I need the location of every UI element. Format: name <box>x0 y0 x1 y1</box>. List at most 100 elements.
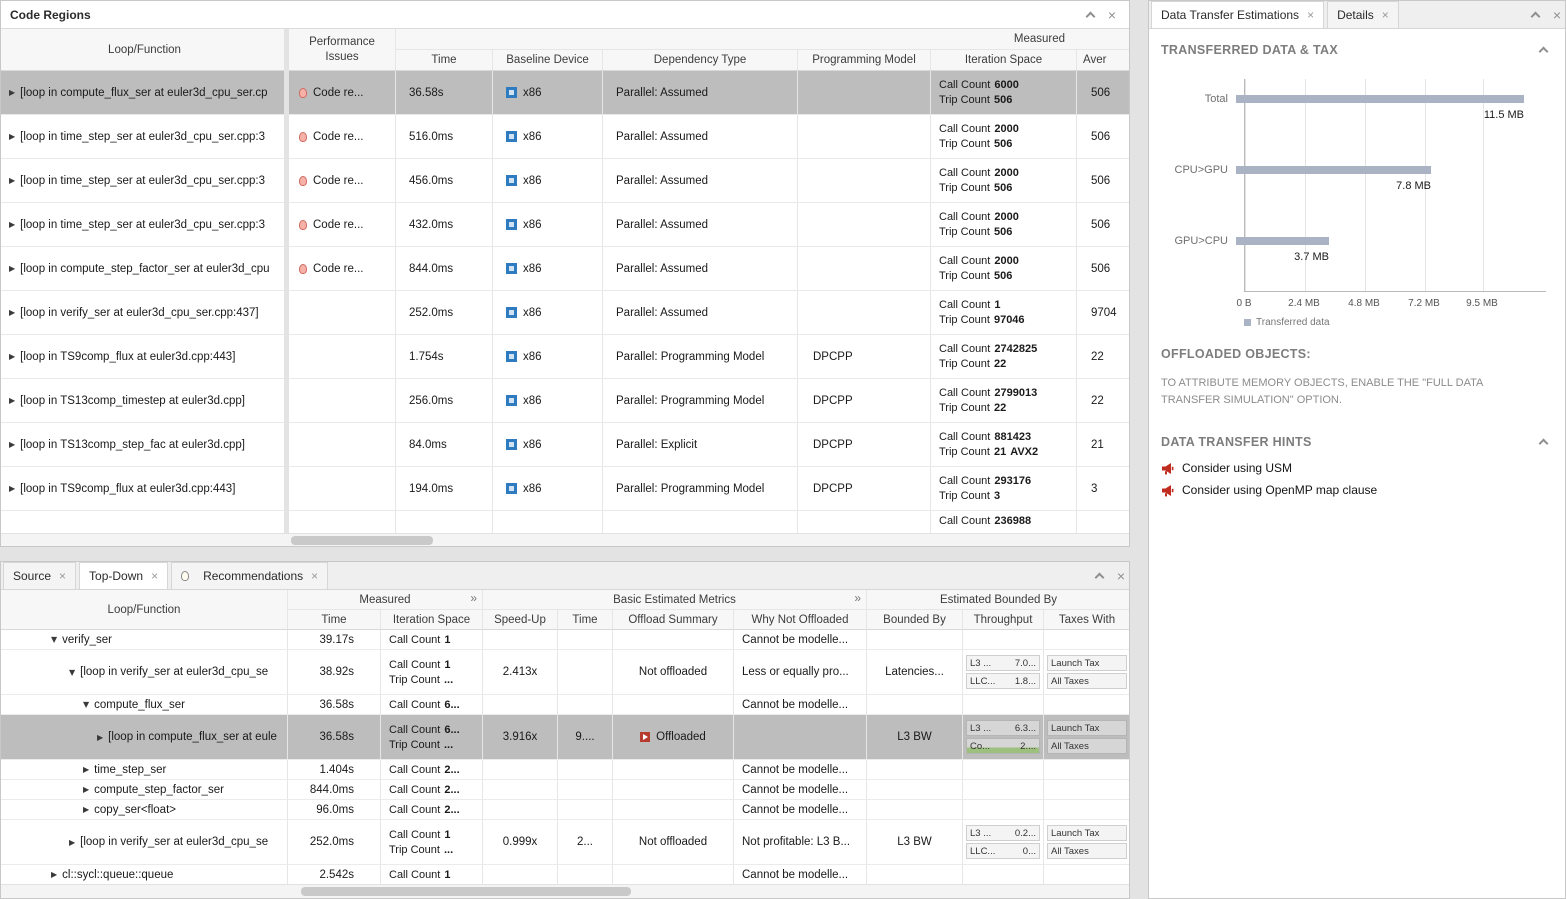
col-bounded-by[interactable]: Bounded By <box>867 610 963 629</box>
tab-source[interactable]: Source × <box>3 562 76 589</box>
code-region-row[interactable]: ▶[loop in compute_step_factor_ser at eul… <box>1 247 1129 291</box>
hints-list: Consider using USM Consider using OpenMP… <box>1161 461 1553 497</box>
top-down-row[interactable]: ▶time_step_ser 1.404s Call Count2... Can… <box>1 760 1129 780</box>
expand-columns-icon[interactable]: » <box>854 591 861 605</box>
col-baseline-device[interactable]: Baseline Device <box>493 50 603 70</box>
close-panel-icon[interactable]: × <box>1108 8 1116 22</box>
close-panel-icon[interactable]: × <box>1117 569 1125 583</box>
bar-total[interactable] <box>1236 95 1524 103</box>
bar-gpu-to-cpu[interactable] <box>1236 237 1329 245</box>
code-regions-titlebar: Code Regions × <box>1 1 1129 29</box>
col-iteration-space[interactable]: Iteration Space <box>381 610 483 629</box>
code-region-row[interactable]: ▶[loop in TS13comp_step_fac at euler3d.c… <box>1 423 1129 467</box>
tree-expand-icon[interactable]: ▶ <box>9 88 15 97</box>
code-region-row[interactable]: ▶[loop in compute_flux_ser at euler3d_cp… <box>1 71 1129 115</box>
tree-expand-icon[interactable]: ▶ <box>83 785 89 794</box>
col-average[interactable]: Aver <box>1077 50 1130 70</box>
tree-expand-icon[interactable]: ▶ <box>83 805 89 814</box>
tree-expand-icon[interactable]: ▶ <box>9 176 15 185</box>
col-why-not-offloaded[interactable]: Why Not Offloaded <box>734 610 867 629</box>
col-iteration-space[interactable]: Iteration Space <box>931 50 1077 70</box>
column-group-estimated-bounded-by: Estimated Bounded By <box>867 590 1130 609</box>
code-region-row[interactable]: ▶[loop in time_step_ser at euler3d_cpu_s… <box>1 115 1129 159</box>
bar-cpu-to-gpu[interactable] <box>1236 166 1431 174</box>
expand-columns-icon[interactable]: » <box>470 591 477 605</box>
tab-recommendations[interactable]: Recommendations × <box>171 562 328 589</box>
code-region-row[interactable]: ▶[loop in TS13comp_timestep at euler3d.c… <box>1 379 1129 423</box>
col-programming-model[interactable]: Programming Model <box>798 50 931 70</box>
col-throughput[interactable]: Throughput <box>963 610 1044 629</box>
code-region-row[interactable]: ▶[loop in TS9comp_flux at euler3d.cpp:44… <box>1 467 1129 511</box>
tax-metric: Launch Tax <box>1047 720 1127 736</box>
bar-value-label: 3.7 MB <box>1236 251 1329 263</box>
tree-collapse-icon[interactable]: ▼ <box>83 700 89 709</box>
tab-details[interactable]: Details × <box>1327 1 1399 28</box>
top-down-row[interactable]: ▶[loop in verify_ser at euler3d_cpu_se 2… <box>1 820 1129 865</box>
panel-title: Code Regions <box>10 8 91 22</box>
collapse-section-icon[interactable] <box>1539 47 1549 57</box>
top-down-row[interactable]: ▶cl::sycl::queue::queue 2.542s Call Coun… <box>1 865 1129 885</box>
tree-expand-icon[interactable]: ▶ <box>9 352 15 361</box>
col-loop-function[interactable]: Loop/Function <box>1 29 289 70</box>
col-loop-function[interactable]: Loop/Function <box>1 590 288 629</box>
tab-top-down[interactable]: Top-Down × <box>79 562 168 589</box>
top-down-header: Loop/Function Measured » Basic Estimated… <box>1 590 1129 630</box>
collapse-section-icon[interactable] <box>1539 439 1549 449</box>
top-down-row[interactable]: ▶copy_ser<float> 96.0ms Call Count2... C… <box>1 800 1129 820</box>
col-dependency-type[interactable]: Dependency Type <box>603 50 798 70</box>
close-tab-icon[interactable]: × <box>59 569 66 583</box>
hint-item[interactable]: Consider using OpenMP map clause <box>1161 483 1553 497</box>
code-region-row[interactable]: ▶[loop in time_step_ser at euler3d_cpu_s… <box>1 159 1129 203</box>
tree-expand-icon[interactable]: ▶ <box>9 396 15 405</box>
horizontal-scrollbar[interactable] <box>1 533 1129 546</box>
code-region-row[interactable]: Call Count236988 <box>1 511 1129 534</box>
tree-expand-icon[interactable]: ▶ <box>51 870 57 879</box>
tree-expand-icon[interactable]: ▶ <box>9 264 15 273</box>
tree-expand-icon[interactable]: ▶ <box>9 484 15 493</box>
code-region-row[interactable]: ▶[loop in TS9comp_flux at euler3d.cpp:44… <box>1 335 1129 379</box>
tree-expand-icon[interactable]: ▶ <box>9 220 15 229</box>
col-taxes[interactable]: Taxes With <box>1044 610 1130 629</box>
close-tab-icon[interactable]: × <box>311 569 318 583</box>
top-down-row[interactable]: ▶[loop in compute_flux_ser at eule 36.58… <box>1 715 1129 760</box>
tree-expand-icon[interactable]: ▶ <box>9 440 15 449</box>
scrollbar-thumb[interactable] <box>291 536 433 545</box>
col-offload-summary[interactable]: Offload Summary <box>613 610 734 629</box>
scrollbar-thumb[interactable] <box>301 887 631 896</box>
tree-expand-icon[interactable]: ▶ <box>83 765 89 774</box>
tax-metric: Launch Tax <box>1047 825 1127 841</box>
collapse-panel-icon[interactable] <box>1532 8 1539 22</box>
close-tab-icon[interactable]: × <box>1307 8 1314 22</box>
transferred-data-chart: Total 11.5 MB CPU>GPU 7.8 MB GPU>CPU 3.7… <box>1161 79 1553 331</box>
column-splitter[interactable] <box>284 29 289 533</box>
throughput-metric: L3 ...0.2... <box>966 825 1040 841</box>
top-down-row[interactable]: ▼[loop in verify_ser at euler3d_cpu_se 3… <box>1 650 1129 695</box>
close-panel-icon[interactable]: × <box>1553 8 1561 22</box>
close-tab-icon[interactable]: × <box>151 569 158 583</box>
collapse-panel-icon[interactable] <box>1096 569 1103 583</box>
hint-item[interactable]: Consider using USM <box>1161 461 1553 475</box>
tab-data-transfer-estimations[interactable]: Data Transfer Estimations × <box>1151 1 1324 28</box>
tree-collapse-icon[interactable]: ▼ <box>69 668 75 677</box>
col-performance-issues[interactable]: Performance Issues <box>289 29 396 70</box>
tree-expand-icon[interactable]: ▶ <box>9 308 15 317</box>
data-transfer-panel: Data Transfer Estimations × Details × × … <box>1148 0 1566 899</box>
top-down-row[interactable]: ▼verify_ser 39.17s Call Count1 Cannot be… <box>1 630 1129 650</box>
top-down-row[interactable]: ▶compute_step_factor_ser 844.0ms Call Co… <box>1 780 1129 800</box>
code-region-row[interactable]: ▶[loop in verify_ser at euler3d_cpu_ser.… <box>1 291 1129 335</box>
col-speed-up[interactable]: Speed-Up <box>483 610 558 629</box>
column-group-measured: Measured » <box>288 590 483 609</box>
code-region-row[interactable]: ▶[loop in time_step_ser at euler3d_cpu_s… <box>1 203 1129 247</box>
col-time[interactable]: Time <box>288 610 381 629</box>
right-tabbar: Data Transfer Estimations × Details × × <box>1149 1 1565 29</box>
tree-collapse-icon[interactable]: ▼ <box>51 635 57 644</box>
col-estimated-time[interactable]: Time <box>558 610 613 629</box>
horizontal-scrollbar[interactable] <box>1 884 1129 898</box>
tree-expand-icon[interactable]: ▶ <box>9 132 15 141</box>
top-down-row[interactable]: ▼compute_flux_ser 36.58s Call Count6... … <box>1 695 1129 715</box>
tree-expand-icon[interactable]: ▶ <box>69 838 75 847</box>
close-tab-icon[interactable]: × <box>1382 8 1389 22</box>
col-time[interactable]: Time <box>396 50 493 70</box>
tree-expand-icon[interactable]: ▶ <box>97 733 103 742</box>
collapse-panel-icon[interactable] <box>1087 8 1094 22</box>
